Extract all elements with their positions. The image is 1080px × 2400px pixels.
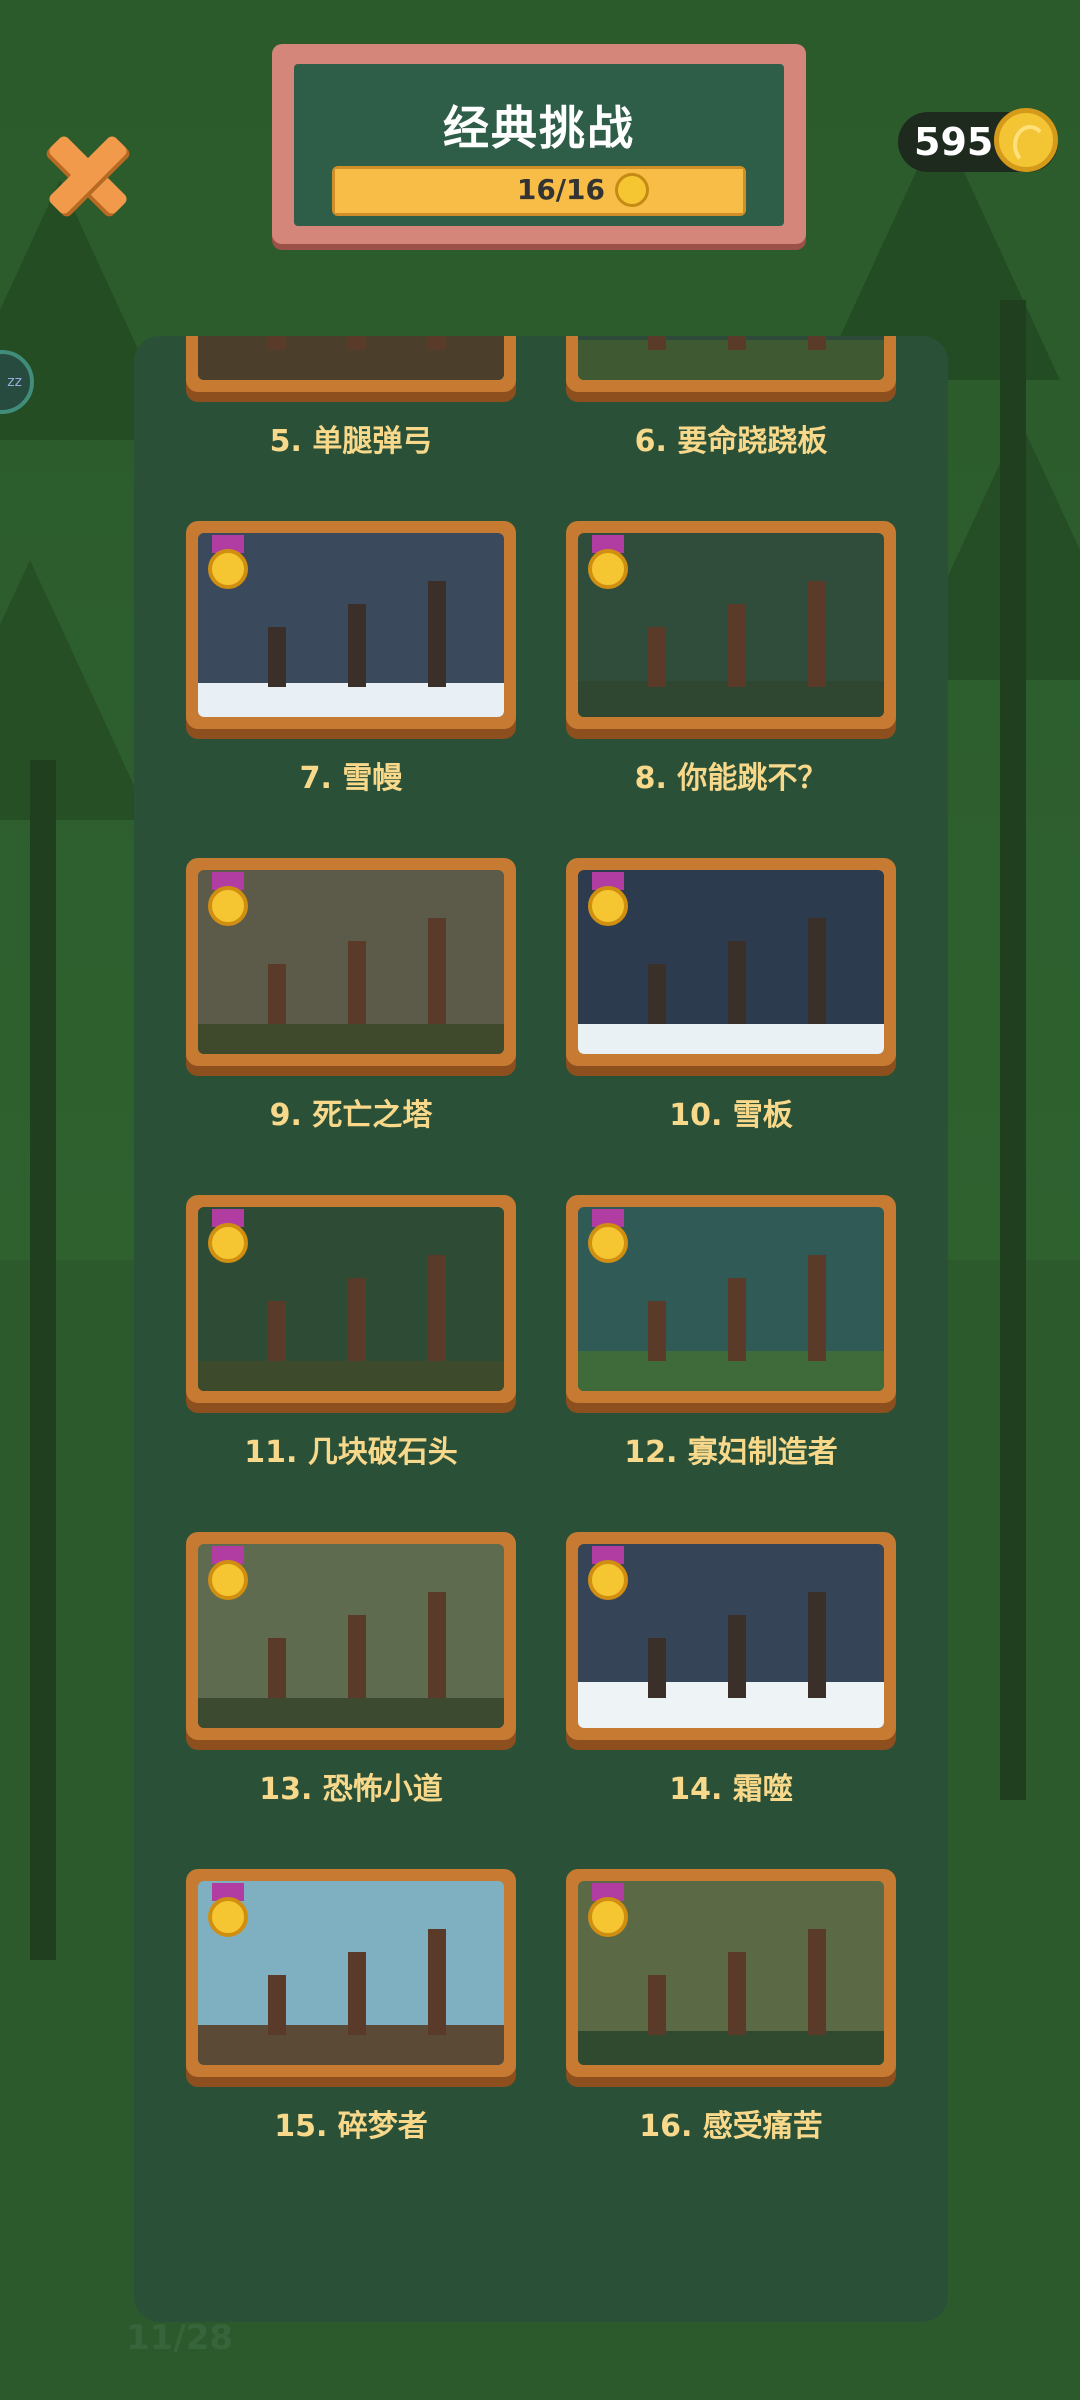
close-button[interactable] bbox=[38, 125, 138, 225]
level-thumbnail[interactable] bbox=[186, 521, 516, 729]
level-thumbnail[interactable] bbox=[566, 1195, 896, 1403]
gold-medal-icon bbox=[200, 1546, 256, 1608]
level-label: 5. 单腿弹弓 bbox=[269, 424, 433, 459]
gold-medal-icon bbox=[580, 1209, 636, 1271]
level-scene bbox=[198, 336, 504, 380]
level-label: 9. 死亡之塔 bbox=[269, 1098, 433, 1133]
gold-medal-icon bbox=[580, 1883, 636, 1945]
level-thumbnail[interactable] bbox=[566, 336, 896, 392]
level-card[interactable]: 9. 死亡之塔 bbox=[186, 858, 516, 1134]
level-thumbnail[interactable] bbox=[566, 1532, 896, 1740]
level-label: 15. 碎梦者 bbox=[274, 2109, 428, 2144]
level-scene bbox=[578, 336, 884, 380]
gold-medal-icon bbox=[580, 535, 636, 597]
level-thumbnail[interactable] bbox=[566, 1869, 896, 2077]
gold-medal-icon bbox=[200, 535, 256, 597]
gold-medal-icon bbox=[200, 1883, 256, 1945]
level-thumbnail[interactable] bbox=[186, 336, 516, 392]
level-card[interactable]: 5. 单腿弹弓 bbox=[186, 336, 516, 460]
gold-medal-icon bbox=[580, 872, 636, 934]
level-card[interactable]: 8. 你能跳不？ bbox=[566, 521, 896, 797]
level-label: 16. 感受痛苦 bbox=[639, 2109, 823, 2144]
level-label: 12. 寡妇制造者 bbox=[624, 1435, 838, 1470]
coin-counter: 595 bbox=[898, 108, 1058, 172]
level-card[interactable]: 14. 霜噬 bbox=[566, 1532, 896, 1808]
level-label: 11. 几块破石头 bbox=[244, 1435, 458, 1470]
gold-medal-icon bbox=[580, 1546, 636, 1608]
page-title: 经典挑战 bbox=[443, 101, 635, 155]
level-label: 7. 雪幔 bbox=[299, 761, 403, 796]
level-card[interactable]: 11. 几块破石头 bbox=[186, 1195, 516, 1471]
level-label: 10. 雪板 bbox=[669, 1098, 793, 1133]
medal-icon bbox=[615, 173, 649, 207]
level-label: 14. 霜噬 bbox=[669, 1772, 793, 1807]
level-card[interactable]: 15. 碎梦者 bbox=[186, 1869, 516, 2145]
title-board: 经典挑战 16/16 bbox=[272, 44, 806, 244]
gold-medal-icon bbox=[200, 872, 256, 934]
coin-icon bbox=[994, 108, 1058, 172]
level-label: 8. 你能跳不？ bbox=[634, 761, 828, 796]
page-count: 11/28 bbox=[126, 2318, 234, 2358]
level-card[interactable]: 10. 雪板 bbox=[566, 858, 896, 1134]
gold-medal-icon bbox=[200, 1209, 256, 1271]
level-card[interactable]: 16. 感受痛苦 bbox=[566, 1869, 896, 2145]
progress-text: 16/16 bbox=[516, 173, 605, 206]
level-thumbnail[interactable] bbox=[186, 858, 516, 1066]
level-card[interactable]: 13. 恐怖小道 bbox=[186, 1532, 516, 1808]
level-list-panel[interactable]: 5. 单腿弹弓 6. 要命跷跷板 7. 雪幔 8. 你能跳不？ 9. 死亡之塔 10. 雪… bbox=[134, 336, 948, 2322]
level-thumbnail[interactable] bbox=[566, 858, 896, 1066]
level-thumbnail[interactable] bbox=[566, 521, 896, 729]
level-card[interactable]: 6. 要命跷跷板 bbox=[566, 336, 896, 460]
level-label: 13. 恐怖小道 bbox=[259, 1772, 443, 1807]
level-card[interactable]: 12. 寡妇制造者 bbox=[566, 1195, 896, 1471]
level-thumbnail[interactable] bbox=[186, 1532, 516, 1740]
level-label: 6. 要命跷跷板 bbox=[634, 424, 828, 459]
coin-value: 595 bbox=[914, 120, 994, 164]
level-thumbnail[interactable] bbox=[186, 1869, 516, 2077]
level-card[interactable]: 7. 雪幔 bbox=[186, 521, 516, 797]
level-thumbnail[interactable] bbox=[186, 1195, 516, 1403]
progress-bar: 16/16 bbox=[332, 166, 746, 216]
